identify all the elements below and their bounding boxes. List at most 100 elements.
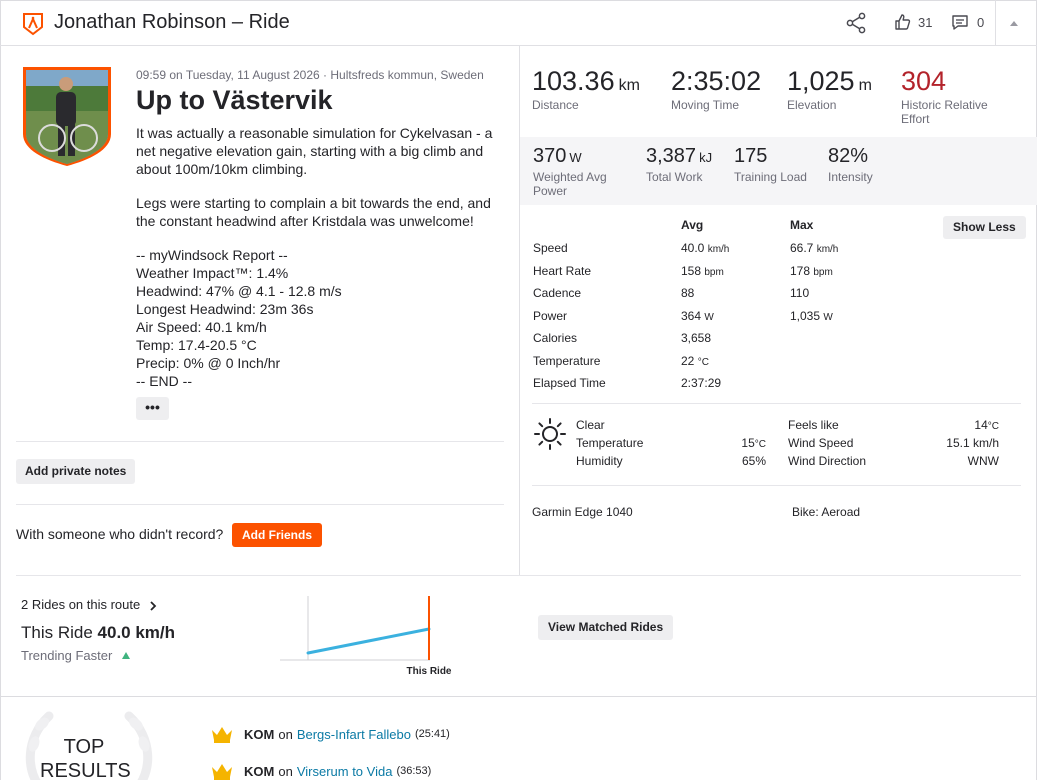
thumbs-up-icon <box>895 14 911 30</box>
windsock-line: Temp: 17.4-20.5 °C <box>136 337 257 353</box>
chevron-right-icon <box>150 600 157 611</box>
friends-prompt: With someone who didn't record? <box>16 526 224 542</box>
stat-label: Moving Time <box>671 98 740 112</box>
caret-up-icon <box>1010 21 1018 26</box>
detail-row-avg: 2:37:29 <box>681 376 722 390</box>
stat-unit: m <box>858 77 872 94</box>
this-ride-speed: This Ride 40.0 km/h <box>21 623 176 642</box>
header-divider <box>995 0 996 46</box>
stat-elevation: 1,025 m Elevation <box>787 66 872 112</box>
detail-row-label: Power <box>533 309 568 323</box>
achievement-item: KOM on Bergs-Infart Fallebo (25:41) <box>210 724 450 744</box>
trend-line <box>306 627 431 655</box>
crown-icon <box>212 727 232 743</box>
description-paragraph: It was actually a reasonable simulation … <box>136 125 493 177</box>
device-name: Garmin Edge 1040 <box>532 505 633 519</box>
weather-humidity-value: 65% <box>741 454 766 468</box>
detail-row-max: 1,035 W <box>790 309 833 323</box>
add-friends-button[interactable]: Add Friends <box>232 523 323 547</box>
segment-link[interactable]: Bergs-Infart Fallebo <box>297 727 411 742</box>
collapse-button[interactable] <box>1008 17 1024 29</box>
detail-row-label: Elapsed Time <box>533 376 606 390</box>
divider <box>16 504 504 505</box>
top-results-heading: TOP RESULTS <box>40 736 131 780</box>
stat-label: Intensity <box>828 170 873 184</box>
show-less-button[interactable]: Show Less <box>943 216 1026 239</box>
view-matched-rides-button[interactable]: View Matched Rides <box>538 615 674 640</box>
divider <box>16 575 1021 576</box>
detail-row-max: 66.7 km/h <box>790 241 839 255</box>
stat-weighted-avg-power: 370 W Weighted Avg Power <box>533 145 623 198</box>
this-ride-marker-label: This Ride <box>406 666 451 677</box>
trend-up-icon <box>121 652 130 659</box>
weather-temperature-label: Temperature <box>576 436 644 450</box>
kudos-button[interactable]: 31 <box>894 13 932 31</box>
weather-temperature-value: 15°C <box>741 436 766 450</box>
stat-unit: W <box>569 150 582 165</box>
share-button[interactable] <box>845 12 867 34</box>
stat-label: Weighted Avg Power <box>533 170 607 198</box>
stat-unit: kJ <box>699 150 713 165</box>
sun-icon <box>534 418 566 450</box>
activity-meta: 09:59 on Tuesday, 11 August 2026 · Hults… <box>136 68 484 82</box>
description-paragraph: Legs were starting to complain a bit tow… <box>136 195 491 229</box>
stat-distance: 103.36 km Distance <box>532 66 640 112</box>
detail-row-max: 110 <box>790 286 810 300</box>
stat-value: 3,387 <box>646 145 697 167</box>
detail-row-label: Calories <box>533 331 578 345</box>
divider <box>532 403 1021 404</box>
stat-moving-time: 2:35:02 Moving Time <box>671 66 761 112</box>
detail-row-avg: 158 bpm <box>681 264 724 278</box>
column-divider <box>519 46 520 575</box>
detail-row-max: 178 bpm <box>790 264 833 278</box>
stat-label: Total Work <box>646 170 703 184</box>
divider <box>0 696 1037 697</box>
comment-count: 0 <box>977 14 985 30</box>
divider <box>16 441 504 442</box>
crown-icon <box>212 764 232 780</box>
trend-indicator: Trending Faster <box>21 648 131 663</box>
stat-value: 1,025 <box>787 66 855 96</box>
detail-row-avg: 88 <box>681 286 695 300</box>
segment-link[interactable]: Virserum to Vida <box>297 764 393 779</box>
kudos-count: 31 <box>918 14 933 30</box>
bike-name[interactable]: Bike: Aeroad <box>792 505 860 519</box>
stat-value: 370 <box>533 145 567 167</box>
add-private-notes-button[interactable]: Add private notes <box>16 459 136 484</box>
comment-button[interactable]: 0 <box>951 13 984 31</box>
stat-label: Training Load <box>734 170 807 184</box>
windsock-line: -- END -- <box>136 373 192 389</box>
matched-rides-link[interactable]: 2 Rides on this route <box>21 597 158 612</box>
stat-unit: km <box>618 77 640 94</box>
weather-wind-speed-label: Wind Speed <box>788 436 854 450</box>
windsock-line: Weather Impact™: 1.4% <box>136 265 289 281</box>
detail-row-label: Temperature <box>533 354 601 368</box>
stat-value: 103.36 <box>532 66 615 96</box>
share-icon <box>846 12 866 34</box>
windsock-line: Headwind: 47% @ 4.1 - 12.8 m/s <box>136 283 342 299</box>
activity-description: It was actually a reasonable simulation … <box>136 124 506 390</box>
more-button[interactable]: ••• <box>136 397 169 420</box>
stat-label: Elevation <box>787 98 837 112</box>
ride-icon <box>23 13 43 36</box>
detail-row-label: Cadence <box>533 286 582 300</box>
detail-row-avg: 40.0 km/h <box>681 241 730 255</box>
windsock-line: Precip: 0% @ 0 Inch/hr <box>136 355 281 371</box>
weather-humidity-label: Humidity <box>576 454 623 468</box>
activity-header: Jonathan Robinson – Ride 31 0 <box>0 0 1037 46</box>
page-title: Jonathan Robinson – Ride <box>54 11 290 33</box>
comment-icon <box>952 15 968 30</box>
stat-label: Historic Relative Effort <box>901 98 988 126</box>
avg-column-header: Avg <box>681 218 704 232</box>
stat-value: 2:35:02 <box>671 66 762 96</box>
stat-value: 304 <box>901 66 947 96</box>
detail-row-avg: 364 W <box>681 309 714 323</box>
stat-total-work: 3,387 kJ Total Work <box>646 145 712 184</box>
detail-row-label: Speed <box>533 241 568 255</box>
achievement-item: KOM on Virserum to Vida (36:53) <box>210 761 431 780</box>
stat-relative-effort[interactable]: 304 Historic Relative Effort <box>901 66 1001 126</box>
weather-feels-like-value: 14°C <box>974 418 999 432</box>
stat-value: 82% <box>828 145 869 167</box>
athlete-avatar[interactable] <box>22 66 112 166</box>
detail-row-avg: 22 °C <box>681 354 709 368</box>
